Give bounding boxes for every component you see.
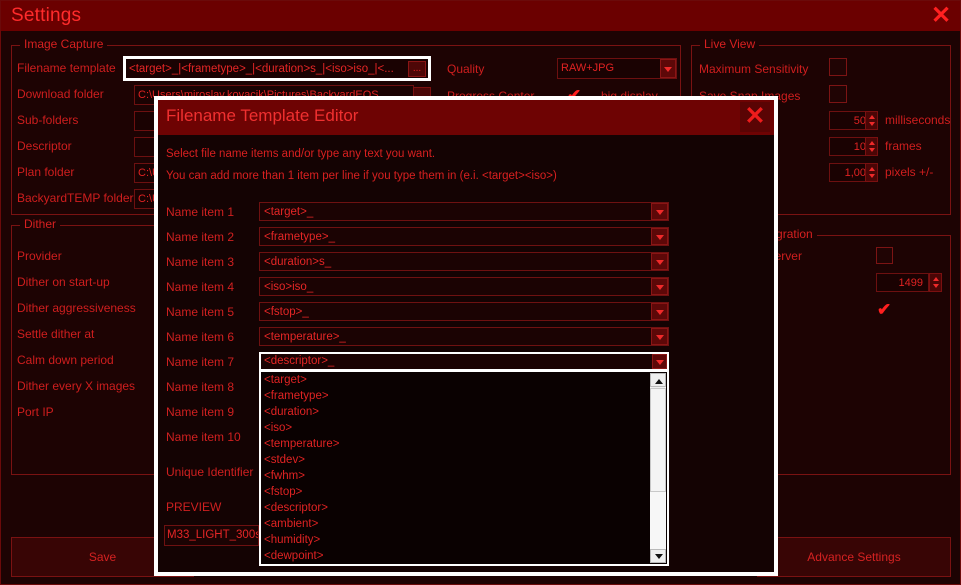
label-dither-aggressiveness: Dither aggressiveness	[17, 301, 136, 315]
dropdown-option[interactable]: <temperature>	[261, 436, 667, 452]
dropdown-option[interactable]: <fwhm>	[261, 468, 667, 484]
label-frames: frames	[885, 139, 922, 153]
label-milliseconds: milliseconds	[885, 113, 951, 127]
enable-tcp-server-checkbox[interactable]	[876, 247, 893, 264]
scrollbar-thumb[interactable]	[650, 388, 666, 492]
name-item-6-chevron-down-icon[interactable]	[651, 328, 668, 345]
name-item-2-value[interactable]: <frametype>_	[264, 229, 335, 245]
dither-group-title: Dither	[20, 217, 61, 231]
liveview-pixels-stepper[interactable]	[865, 163, 878, 182]
close-x-icon[interactable]: ✕	[740, 102, 770, 132]
label-name-item-6: Name item 6	[166, 330, 235, 344]
image-capture-group-title: Image Capture	[20, 37, 108, 51]
label-pixels: pixels +/-	[885, 165, 934, 179]
label-descriptor: Descriptor	[17, 139, 72, 153]
name-item-6-value[interactable]: <temperature>_	[264, 329, 346, 345]
name-item-7-chevron-down-icon[interactable]	[652, 354, 667, 369]
page-title: Settings	[11, 5, 82, 26]
label-dither-on-startup: Dither on start-up	[17, 275, 110, 289]
dropdown-option[interactable]: <frametype>	[261, 388, 667, 404]
filename-template-input[interactable]: <target>_|<frametype>_|<duration>s_|<iso…	[129, 61, 397, 78]
name-item-5-combo[interactable]: <fstop>_	[259, 302, 669, 321]
scroll-up-arrow-icon[interactable]	[650, 373, 666, 387]
dropdown-option[interactable]: <duration>	[261, 404, 667, 420]
name-item-6-combo[interactable]: <temperature>_	[259, 327, 669, 346]
name-item-7-value[interactable]: <descriptor>_	[264, 354, 334, 369]
label-dither-provider: Provider	[17, 249, 62, 263]
dropdown-scrollbar[interactable]	[650, 373, 666, 563]
dropdown-option[interactable]: <dewpoint>	[261, 548, 667, 564]
dropdown-option[interactable]: <fstop>	[261, 484, 667, 500]
label-name-item-9: Name item 9	[166, 405, 235, 419]
quality-chevron-down-icon[interactable]	[660, 59, 676, 78]
filename-template-field[interactable]: <target>_|<frametype>_|<duration>s_|<iso…	[123, 56, 431, 81]
label-settle-dither-at: Settle dither at	[17, 327, 95, 341]
label-name-item-5: Name item 5	[166, 305, 235, 319]
name-item-5-chevron-down-icon[interactable]	[651, 303, 668, 320]
name-item-7-dropdown-list[interactable]: <target> <frametype> <duration> <iso> <t…	[259, 370, 669, 566]
settings-titlebar: Settings ✕	[1, 1, 960, 31]
label-calm-down-period: Calm down period	[17, 353, 114, 367]
dropdown-option[interactable]: <stdev>	[261, 452, 667, 468]
name-item-5-value[interactable]: <fstop>_	[264, 304, 309, 320]
label-quality: Quality	[447, 62, 485, 76]
label-name-item-3: Name item 3	[166, 255, 235, 269]
name-item-3-chevron-down-icon[interactable]	[651, 253, 668, 270]
dropdown-option[interactable]: <humidity>	[261, 532, 667, 548]
dialog-titlebar: Filename Template Editor ✕	[158, 100, 774, 135]
live-view-group-title: Live View	[700, 37, 760, 51]
scrollbar-track[interactable]	[650, 492, 666, 549]
maximum-sensitivity-checkbox[interactable]	[829, 58, 847, 76]
label-name-item-8: Name item 8	[166, 380, 235, 394]
label-name-item-10: Name item 10	[166, 430, 241, 444]
label-unique-identifier: Unique Identifier	[166, 465, 254, 479]
scroll-down-arrow-icon[interactable]	[650, 549, 666, 563]
quality-select-value[interactable]: RAW+JPG	[557, 58, 677, 79]
label-plan-folder: Plan folder	[17, 165, 75, 179]
label-name-item-4: Name item 4	[166, 280, 235, 294]
name-item-2-chevron-down-icon[interactable]	[651, 228, 668, 245]
filename-template-editor-dialog: Filename Template Editor ✕ Select file n…	[154, 96, 778, 576]
port-number-input[interactable]: 1499	[876, 273, 929, 292]
liveview-frames-stepper[interactable]	[865, 137, 878, 156]
filename-template-browse-button[interactable]: ...	[408, 61, 426, 77]
port-number-stepper[interactable]	[929, 273, 942, 292]
dialog-title: Filename Template Editor	[166, 106, 359, 125]
name-item-4-chevron-down-icon[interactable]	[651, 278, 668, 295]
name-item-2-combo[interactable]: <frametype>_	[259, 227, 669, 246]
label-dither-every-x-images: Dither every X images	[17, 379, 136, 393]
label-name-item-7: Name item 7	[166, 355, 235, 369]
include-in-title-checkmark-icon[interactable]: ✔	[877, 301, 891, 318]
name-item-1-value[interactable]: <target>_	[264, 204, 313, 220]
label-preview: PREVIEW	[166, 500, 222, 514]
label-filename-template: Filename template	[17, 61, 116, 75]
label-maximum-sensitivity: Maximum Sensitivity	[699, 62, 809, 76]
dropdown-option[interactable]: <iso>	[261, 420, 667, 436]
label-name-item-1: Name item 1	[166, 205, 235, 219]
dropdown-option[interactable]: <target>	[261, 372, 667, 388]
name-item-3-combo[interactable]: <duration>s_	[259, 252, 669, 271]
dialog-hint-1: Select file name items and/or type any t…	[166, 148, 436, 160]
advance-settings-button[interactable]: Advance Settings	[757, 537, 951, 577]
preview-value: M33_LIGHT_300s_	[164, 525, 259, 546]
name-item-4-combo[interactable]: <iso>iso_	[259, 277, 669, 296]
label-backyardtemp-folder: BackyardTEMP folder	[17, 191, 134, 205]
dropdown-option[interactable]: <ambient>	[261, 516, 667, 532]
name-item-3-value[interactable]: <duration>s_	[264, 254, 331, 270]
close-x-icon[interactable]: ✕	[926, 3, 956, 29]
liveview-milliseconds-stepper[interactable]	[865, 111, 878, 130]
name-item-1-combo[interactable]: <target>_	[259, 202, 669, 221]
dropdown-option[interactable]: <descriptor>	[261, 500, 667, 516]
label-name-item-2: Name item 2	[166, 230, 235, 244]
label-sub-folders: Sub-folders	[17, 113, 79, 127]
label-download-folder: Download folder	[17, 87, 104, 101]
name-item-7-combo[interactable]: <descriptor>_	[259, 352, 669, 371]
name-item-4-value[interactable]: <iso>iso_	[264, 279, 313, 295]
name-item-1-chevron-down-icon[interactable]	[651, 203, 668, 220]
label-port-ip: Port IP	[17, 405, 54, 419]
dialog-hint-2: You can add more than 1 item per line if…	[166, 170, 557, 182]
save-snap-images-checkbox[interactable]	[829, 85, 847, 103]
